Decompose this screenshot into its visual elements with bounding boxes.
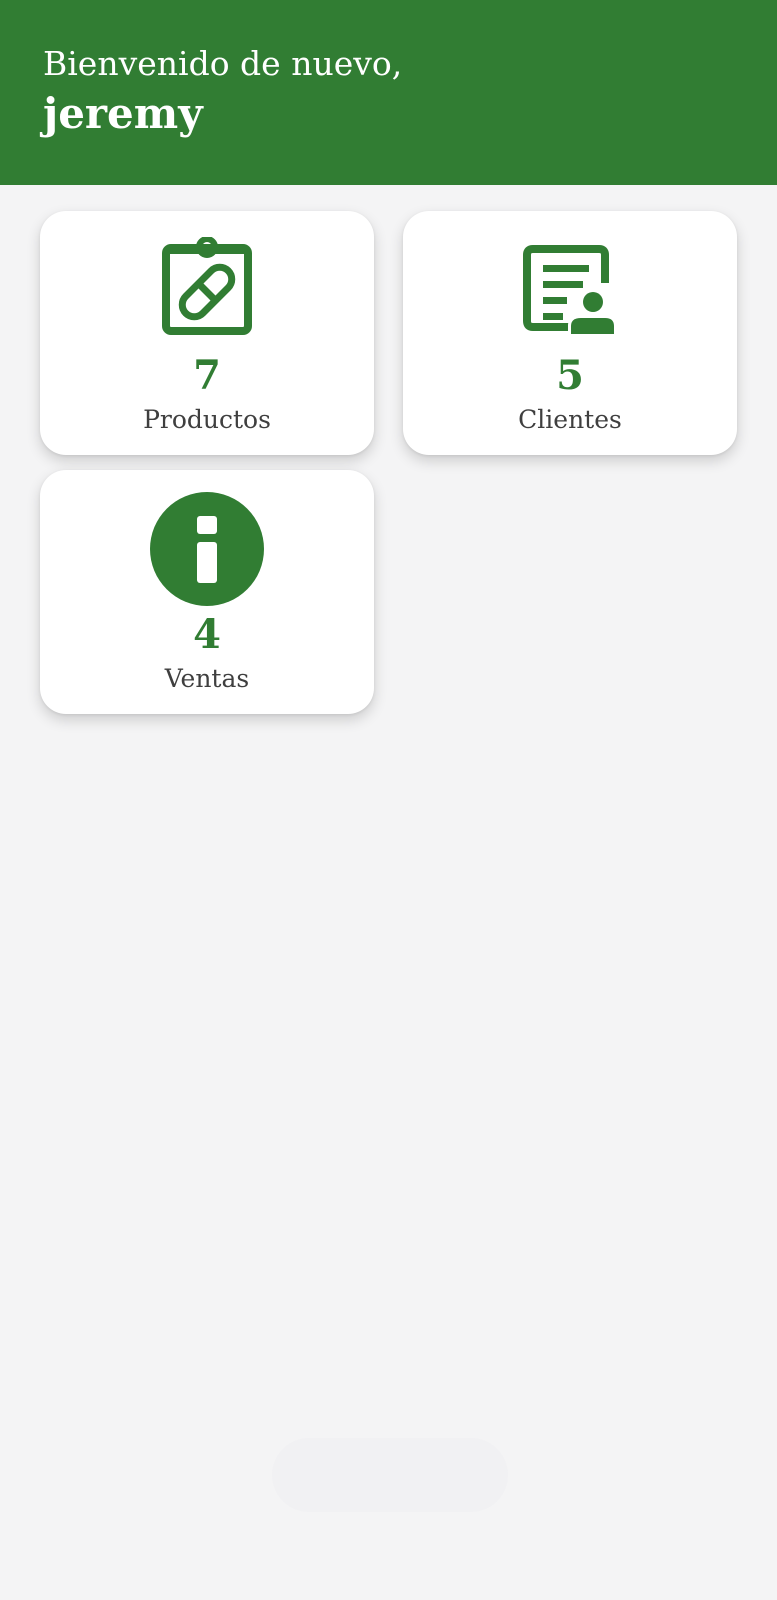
welcome-text: Bienvenido de nuevo, (43, 44, 403, 83)
contact-list-icon (523, 245, 617, 335)
ventas-label: Ventas (164, 664, 250, 693)
clientes-card[interactable]: 5 Clientes (403, 211, 737, 455)
clientes-count: 5 (556, 352, 584, 399)
productos-card[interactable]: 7 Productos (40, 211, 374, 455)
username: jeremy (43, 89, 203, 138)
productos-label: Productos (143, 405, 271, 434)
header-bar: Bienvenido de nuevo, jeremy (0, 0, 777, 185)
ventas-card[interactable]: 4 Ventas (40, 470, 374, 714)
clipboard-pill-icon (162, 237, 252, 335)
home-gesture-area (272, 1438, 508, 1512)
ventas-count: 4 (193, 611, 221, 658)
productos-count: 7 (193, 352, 221, 399)
clientes-label: Clientes (518, 405, 622, 434)
info-icon (150, 492, 264, 606)
